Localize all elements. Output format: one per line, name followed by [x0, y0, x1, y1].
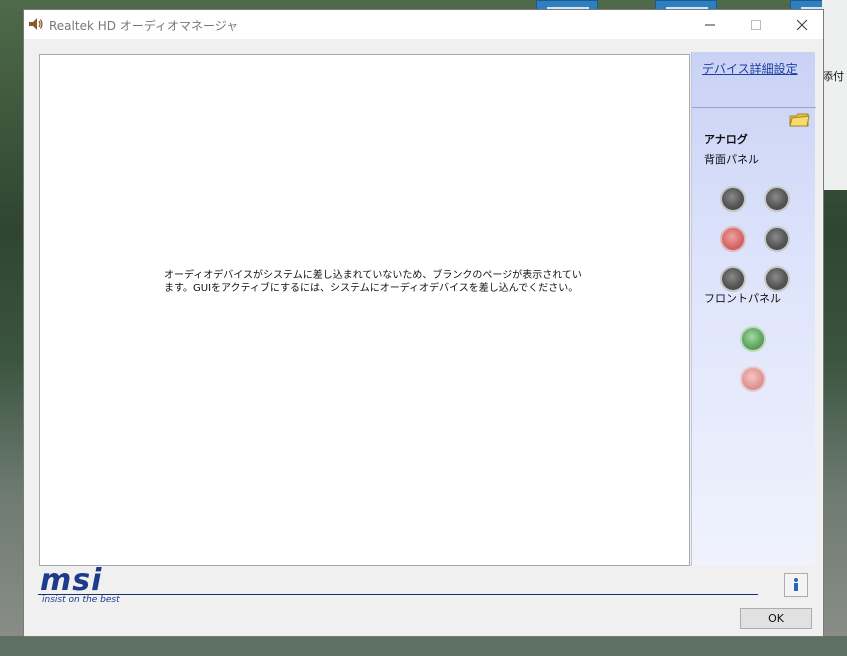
close-icon [796, 19, 808, 30]
back-jack-gray[interactable] [720, 266, 746, 292]
background-text: 添付 [822, 70, 844, 83]
footer-divider [38, 594, 758, 595]
front-panel-label: フロントパネル [704, 292, 781, 305]
background-window: 添付 [822, 0, 847, 190]
back-jack-gray[interactable] [764, 186, 790, 212]
title-bar[interactable]: Realtek HD オーディオマネージャ [24, 10, 823, 39]
main-content-panel: オーディオデバイスがシステムに差し込まれていないため、ブランクのページが表示され… [39, 54, 690, 566]
minimize-button[interactable] [687, 10, 733, 39]
sidebar-divider [692, 107, 816, 108]
info-button[interactable] [784, 573, 808, 597]
device-advanced-settings-link[interactable]: デバイス詳細設定 [702, 60, 798, 77]
ok-button[interactable]: OK [740, 608, 812, 629]
close-button[interactable] [779, 10, 825, 39]
msi-tagline: insist on the best [42, 595, 120, 605]
front-jack-green[interactable] [740, 326, 766, 352]
back-jack-red[interactable] [720, 226, 746, 252]
no-device-message: オーディオデバイスがシステムに差し込まれていないため、ブランクのページが表示され… [164, 270, 582, 294]
info-icon [794, 578, 798, 591]
back-panel-label: 背面パネル [704, 153, 759, 166]
audio-manager-window: Realtek HD オーディオマネージャ オーディオデバイスがシステムに差し込… [23, 9, 824, 637]
folder-icon[interactable] [788, 110, 810, 128]
maximize-icon [751, 19, 761, 30]
desktop-bottom [0, 636, 847, 656]
back-jack-gray[interactable] [720, 186, 746, 212]
device-sidebar: デバイス詳細設定 アナログ 背面パネル フロントパネル [691, 52, 816, 566]
speaker-icon [29, 18, 43, 30]
analog-heading: アナログ [704, 133, 748, 146]
maximize-button[interactable] [733, 10, 779, 39]
front-jack-pink[interactable] [740, 366, 766, 392]
window-title: Realtek HD オーディオマネージャ [49, 19, 239, 33]
back-jack-gray[interactable] [764, 226, 790, 252]
minimize-icon [705, 24, 715, 25]
msi-logo: msi [40, 563, 103, 598]
back-jack-gray[interactable] [764, 266, 790, 292]
